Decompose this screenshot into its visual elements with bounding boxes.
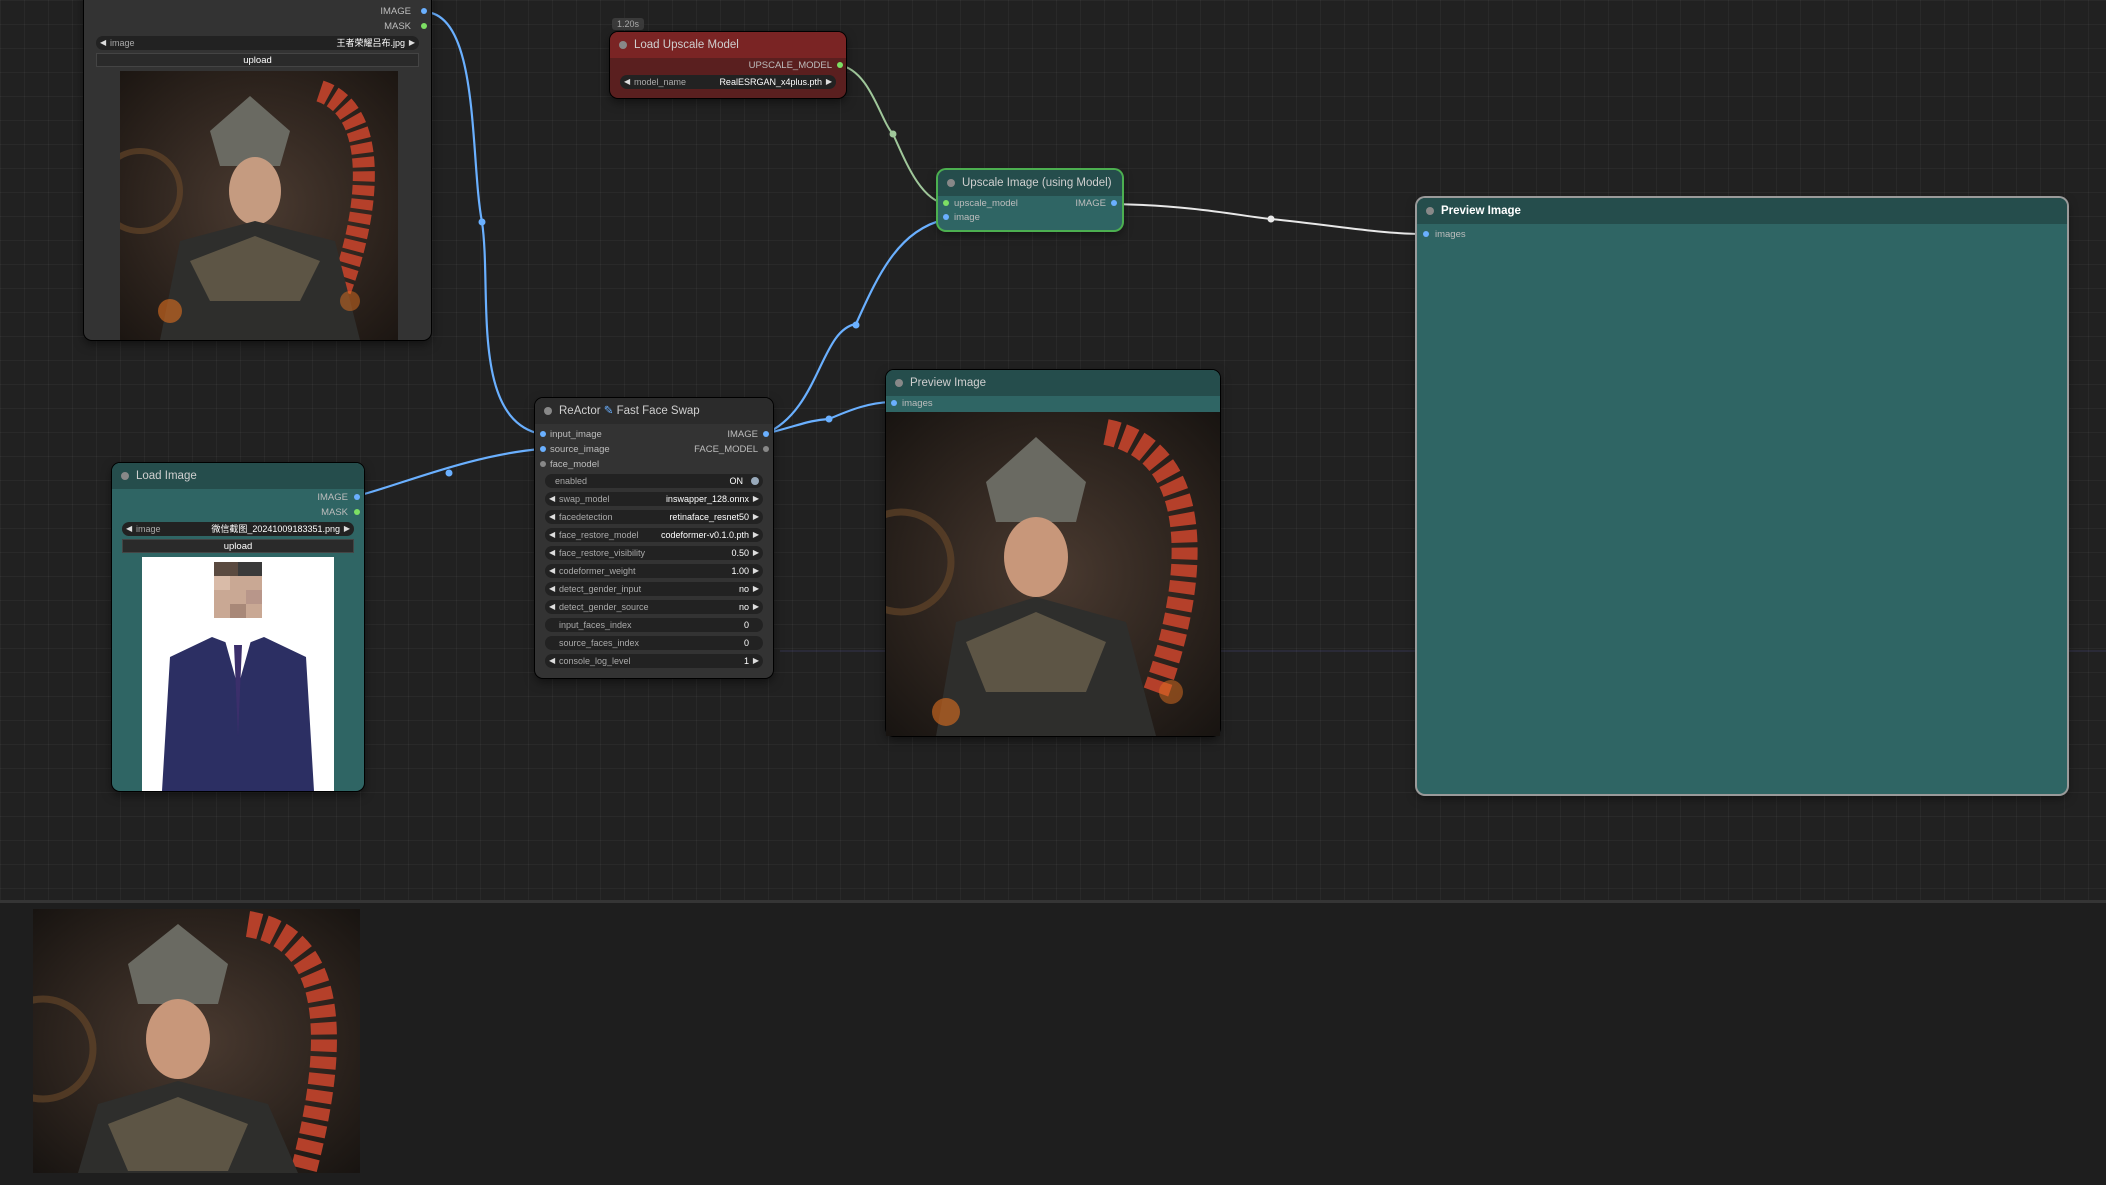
input-image-label: image [954, 212, 980, 223]
input-images-label: images [1435, 229, 1466, 240]
enabled-toggle[interactable]: enabled ON [545, 474, 763, 488]
widget-face-restore-visibility[interactable]: ◀ face_restore_visibility 0.50 ▶ [545, 546, 763, 560]
arrow-left-icon[interactable]: ◀ [549, 600, 555, 614]
output-upscale-model-label: UPSCALE_MODEL [748, 60, 832, 71]
widget-face-restore-model[interactable]: ◀ face_restore_model codeformer-v0.1.0.pth… [545, 528, 763, 542]
image-select-widget[interactable]: ◀ image 微信截图_20241009183351.png ▶ [122, 522, 354, 536]
preview-image-node-mid[interactable]: Preview Image images [886, 370, 1220, 736]
output-mask-slot[interactable] [354, 509, 360, 515]
output-thumbnail[interactable] [33, 909, 360, 1173]
warrior-image-preview [120, 71, 398, 340]
arrow-right-icon[interactable]: ▶ [826, 75, 832, 89]
widget-facedetection[interactable]: ◀ facedetection retinaface_resnet50 ▶ [545, 510, 763, 524]
model-name-widget[interactable]: ◀ model_name RealESRGAN_x4plus.pth ▶ [620, 75, 836, 89]
output-face-model-label: FACE_MODEL [694, 444, 758, 455]
output-image-label: IMAGE [380, 6, 411, 17]
output-image-label: IMAGE [727, 429, 758, 440]
timing-badge: 1.20s [612, 18, 645, 30]
arrow-right-icon[interactable]: ▶ [753, 564, 759, 578]
output-image-label: IMAGE [1075, 198, 1106, 209]
load-upscale-model-node[interactable]: Load Upscale Model UPSCALE_MODEL ◀ model… [610, 32, 846, 98]
upscale-image-node[interactable]: Upscale Image (using Model) upscale_mode… [938, 170, 1122, 230]
input-source-image-label: source_image [550, 444, 610, 455]
image-feed-panel [0, 900, 2106, 1185]
input-face-model-label: face_model [550, 459, 600, 470]
input-images-label: images [902, 398, 933, 409]
input-images-slot[interactable] [1423, 231, 1429, 237]
input-face-model-slot[interactable] [540, 461, 546, 467]
arrow-right-icon[interactable]: ▶ [753, 492, 759, 506]
widget-console-log-level[interactable]: ◀ console_log_level 1 ▶ [545, 654, 763, 668]
suit-photo-preview [142, 557, 334, 791]
widget-source-faces-index[interactable]: source_faces_index 0 [545, 636, 763, 650]
preview-image-node-large[interactable]: Preview Image images [1417, 198, 2067, 794]
output-image-slot[interactable] [1111, 200, 1117, 206]
arrow-left-icon[interactable]: ◀ [549, 492, 555, 506]
arrow-left-icon[interactable]: ◀ [549, 510, 555, 524]
image-select-widget[interactable]: ◀ image 王者荣耀吕布.jpg ▶ [96, 36, 419, 50]
arrow-left-icon[interactable]: ◀ [126, 522, 132, 536]
output-image-slot[interactable] [421, 8, 427, 14]
upload-button[interactable]: upload [96, 53, 419, 67]
toggle-knob-icon [751, 477, 759, 485]
input-input-image-slot[interactable] [540, 431, 546, 437]
arrow-right-icon[interactable]: ▶ [753, 528, 759, 542]
input-upscale-model-slot[interactable] [943, 200, 949, 206]
output-mask-label: MASK [321, 507, 348, 518]
arrow-right-icon[interactable]: ▶ [344, 522, 350, 536]
arrow-left-icon[interactable]: ◀ [100, 36, 106, 50]
node-title[interactable]: Preview Image [1417, 198, 2067, 224]
reactor-face-swap-node[interactable]: ReActor ✎ Fast Face Swap input_image sou… [535, 398, 773, 678]
arrow-right-icon[interactable]: ▶ [753, 510, 759, 524]
arrow-left-icon[interactable]: ◀ [549, 582, 555, 596]
node-title[interactable]: Upscale Image (using Model) [938, 170, 1122, 196]
input-image-slot[interactable] [943, 214, 949, 220]
widget-swap-model[interactable]: ◀ swap_model inswapper_128.onnx ▶ [545, 492, 763, 506]
output-image-slot[interactable] [354, 494, 360, 500]
load-image-node-bottom[interactable]: Load Image IMAGE MASK ◀ image 微信截图_20241… [112, 463, 364, 791]
pen-icon: ✎ [603, 405, 614, 417]
arrow-left-icon[interactable]: ◀ [624, 75, 630, 89]
widget-input-faces-index[interactable]: input_faces_index 0 [545, 618, 763, 632]
arrow-right-icon[interactable]: ▶ [753, 600, 759, 614]
node-title[interactable]: ReActor ✎ Fast Face Swap [535, 398, 773, 424]
load-image-node-top[interactable]: IMAGE MASK ◀ image 王者荣耀吕布.jpg ▶ upload [84, 0, 431, 340]
node-title[interactable]: Preview Image [886, 370, 1220, 396]
arrow-right-icon[interactable]: ▶ [753, 654, 759, 668]
arrow-left-icon[interactable]: ◀ [549, 546, 555, 560]
node-title[interactable]: Load Image [112, 463, 364, 489]
widget-detect-gender-source[interactable]: ◀ detect_gender_source no ▶ [545, 600, 763, 614]
arrow-right-icon[interactable]: ▶ [409, 36, 415, 50]
upload-button[interactable]: upload [122, 539, 354, 553]
output-upscale-model-slot[interactable] [837, 62, 843, 68]
node-title[interactable]: Load Upscale Model [610, 32, 846, 58]
output-mask-label: MASK [384, 21, 411, 32]
arrow-left-icon[interactable]: ◀ [549, 528, 555, 542]
output-image-label: IMAGE [317, 492, 348, 503]
swapped-warrior-preview [886, 412, 1220, 736]
arrow-right-icon[interactable]: ▶ [753, 582, 759, 596]
widget-codeformer-weight[interactable]: ◀ codeformer_weight 1.00 ▶ [545, 564, 763, 578]
arrow-right-icon[interactable]: ▶ [753, 546, 759, 560]
input-upscale-model-label: upscale_model [954, 198, 1018, 209]
input-input-image-label: input_image [550, 429, 602, 440]
output-mask-slot[interactable] [421, 23, 427, 29]
arrow-left-icon[interactable]: ◀ [549, 654, 555, 668]
arrow-left-icon[interactable]: ◀ [549, 564, 555, 578]
output-image-slot[interactable] [763, 431, 769, 437]
output-face-model-slot[interactable] [763, 446, 769, 452]
widget-detect-gender-input[interactable]: ◀ detect_gender_input no ▶ [545, 582, 763, 596]
input-images-slot[interactable] [891, 400, 897, 406]
input-source-image-slot[interactable] [540, 446, 546, 452]
